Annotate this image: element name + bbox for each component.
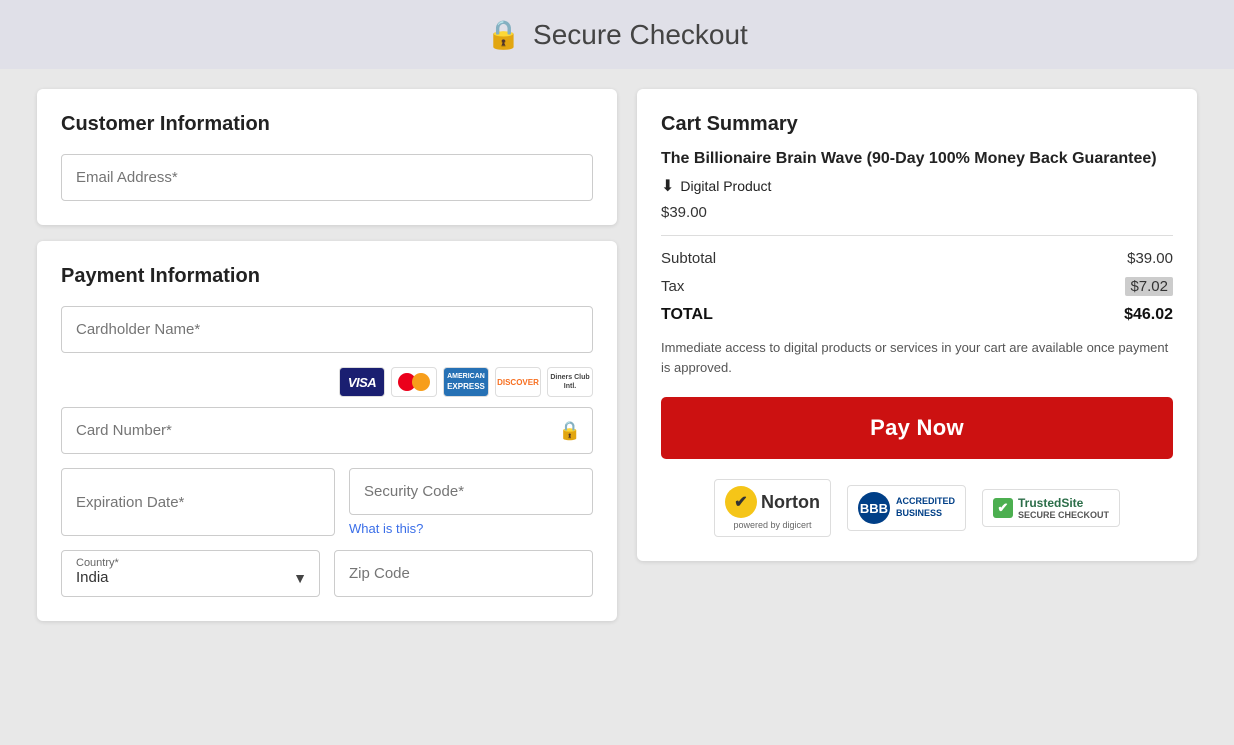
total-value: $46.02: [1124, 306, 1173, 324]
tax-row: Tax $7.02: [661, 277, 1173, 296]
digital-product-row: ⬇ Digital Product: [661, 176, 1173, 196]
bbb-badge: BBB ACCREDITED BUSINESS: [847, 485, 966, 531]
trusted-inner: ✔ TrustedSite SECURE CHECKOUT: [993, 496, 1109, 520]
subtotal-label: Subtotal: [661, 250, 716, 267]
trusted-check-icon: ✔: [993, 498, 1013, 518]
norton-badge: ✔ Norton powered by digicert: [714, 479, 831, 537]
product-price: $39.00: [661, 204, 1173, 221]
right-panel: Cart Summary The Billionaire Brain Wave …: [637, 89, 1197, 621]
product-name: The Billionaire Brain Wave (90-Day 100% …: [661, 150, 1173, 168]
norton-logo: ✔ Norton: [725, 486, 820, 518]
security-code-input[interactable]: [349, 468, 593, 515]
norton-sub: powered by digicert: [733, 520, 811, 530]
amex-icon: AMERICAN EXPRESS: [443, 367, 489, 397]
trusted-site-label: TrustedSite: [1018, 496, 1109, 510]
expiration-input[interactable]: [61, 468, 335, 536]
digital-product-label: Digital Product: [680, 178, 771, 194]
left-panel: Customer Information Payment Information…: [37, 89, 617, 621]
norton-check-icon: ✔: [725, 486, 757, 518]
trusted-text: TrustedSite SECURE CHECKOUT: [1018, 496, 1109, 520]
trusted-sub-label: SECURE CHECKOUT: [1018, 510, 1109, 520]
discover-icon: DISCOVER: [495, 367, 541, 397]
zip-code-input[interactable]: [334, 550, 593, 597]
pay-now-button[interactable]: Pay Now: [661, 397, 1173, 459]
country-label: Country*: [76, 557, 305, 569]
expiry-security-row: What is this?: [61, 468, 593, 536]
access-note: Immediate access to digital products or …: [661, 338, 1173, 377]
page-header: 🔒 Secure Checkout: [0, 0, 1234, 69]
diners-icon: Diners Club Intl.: [547, 367, 593, 397]
card-number-row: 🔒: [61, 407, 593, 454]
main-content: Customer Information Payment Information…: [17, 69, 1217, 641]
payment-info-card: Payment Information VISA AMERICAN EXPRES…: [37, 241, 617, 621]
trusted-site-badge: ✔ TrustedSite SECURE CHECKOUT: [982, 489, 1120, 527]
bbb-seal-icon: BBB: [858, 492, 890, 524]
country-zip-row: Country* India United States United King…: [61, 550, 593, 597]
card-number-input[interactable]: [61, 407, 593, 454]
country-select-group: Country* India United States United King…: [61, 550, 320, 597]
card-lock-icon: 🔒: [559, 420, 581, 441]
page-title: Secure Checkout: [533, 19, 748, 51]
mastercard-icon: [391, 367, 437, 397]
cardholder-name-input[interactable]: [61, 306, 593, 353]
payment-info-title: Payment Information: [61, 265, 593, 288]
customer-info-card: Customer Information: [37, 89, 617, 225]
total-row: TOTAL $46.02: [661, 306, 1173, 324]
cart-divider: [661, 235, 1173, 236]
bbb-business: BUSINESS: [896, 508, 955, 520]
card-icons-row: VISA AMERICAN EXPRESS DISCOVER Diners Cl…: [61, 367, 593, 397]
trust-badges: ✔ Norton powered by digicert BBB ACCREDI…: [661, 479, 1173, 537]
total-label: TOTAL: [661, 306, 713, 324]
subtotal-row: Subtotal $39.00: [661, 250, 1173, 267]
visa-icon: VISA: [339, 367, 385, 397]
bbb-accredited: ACCREDITED: [896, 496, 955, 508]
tax-label: Tax: [661, 278, 684, 295]
bbb-inner: BBB ACCREDITED BUSINESS: [858, 492, 955, 524]
download-icon: ⬇: [661, 176, 674, 196]
tax-value: $7.02: [1125, 277, 1173, 296]
customer-info-title: Customer Information: [61, 113, 593, 136]
cart-summary-card: Cart Summary The Billionaire Brain Wave …: [637, 89, 1197, 561]
what-is-this-link[interactable]: What is this?: [349, 521, 593, 536]
subtotal-value: $39.00: [1127, 250, 1173, 267]
cart-title: Cart Summary: [661, 113, 1173, 136]
country-select[interactable]: India United States United Kingdom Austr…: [76, 569, 305, 586]
lock-icon: 🔒: [486, 18, 521, 51]
bbb-text: ACCREDITED BUSINESS: [896, 496, 955, 519]
norton-text: Norton: [761, 492, 820, 513]
email-input[interactable]: [61, 154, 593, 201]
